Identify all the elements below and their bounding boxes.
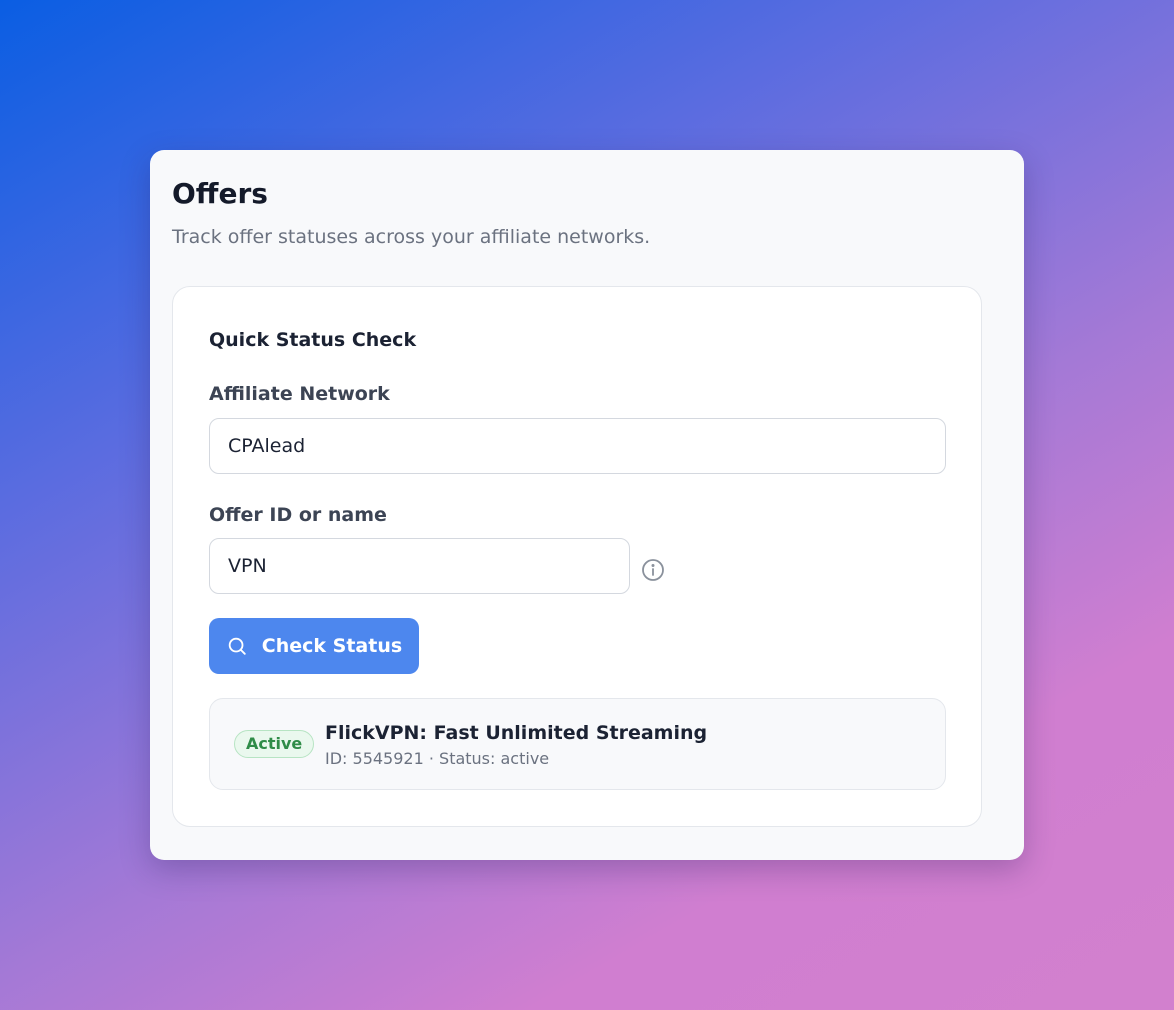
offer-id-input[interactable] (209, 538, 630, 594)
page-title: Offers (172, 177, 268, 210)
offers-card: Offers Track offer statuses across your … (150, 150, 1024, 860)
quick-status-panel: Quick Status Check Affiliate Network Off… (172, 286, 982, 827)
search-icon (226, 635, 248, 657)
status-badge: Active (234, 730, 315, 758)
check-status-label: Check Status (261, 635, 403, 657)
check-status-button[interactable]: Check Status (209, 618, 419, 674)
page-subtitle: Track offer statuses across your affilia… (172, 226, 651, 248)
panel-title: Quick Status Check (209, 329, 417, 351)
affiliate-network-label: Affiliate Network (209, 383, 390, 405)
offer-meta: ID: 5545921 · Status: active (325, 749, 550, 768)
offer-result-card: Active FlickVPN: Fast Unlimited Streamin… (209, 698, 946, 790)
offer-id-label: Offer ID or name (209, 504, 387, 526)
affiliate-network-input[interactable] (209, 418, 946, 474)
info-circle-icon[interactable] (641, 558, 665, 582)
offer-name: FlickVPN: Fast Unlimited Streaming (325, 722, 708, 744)
